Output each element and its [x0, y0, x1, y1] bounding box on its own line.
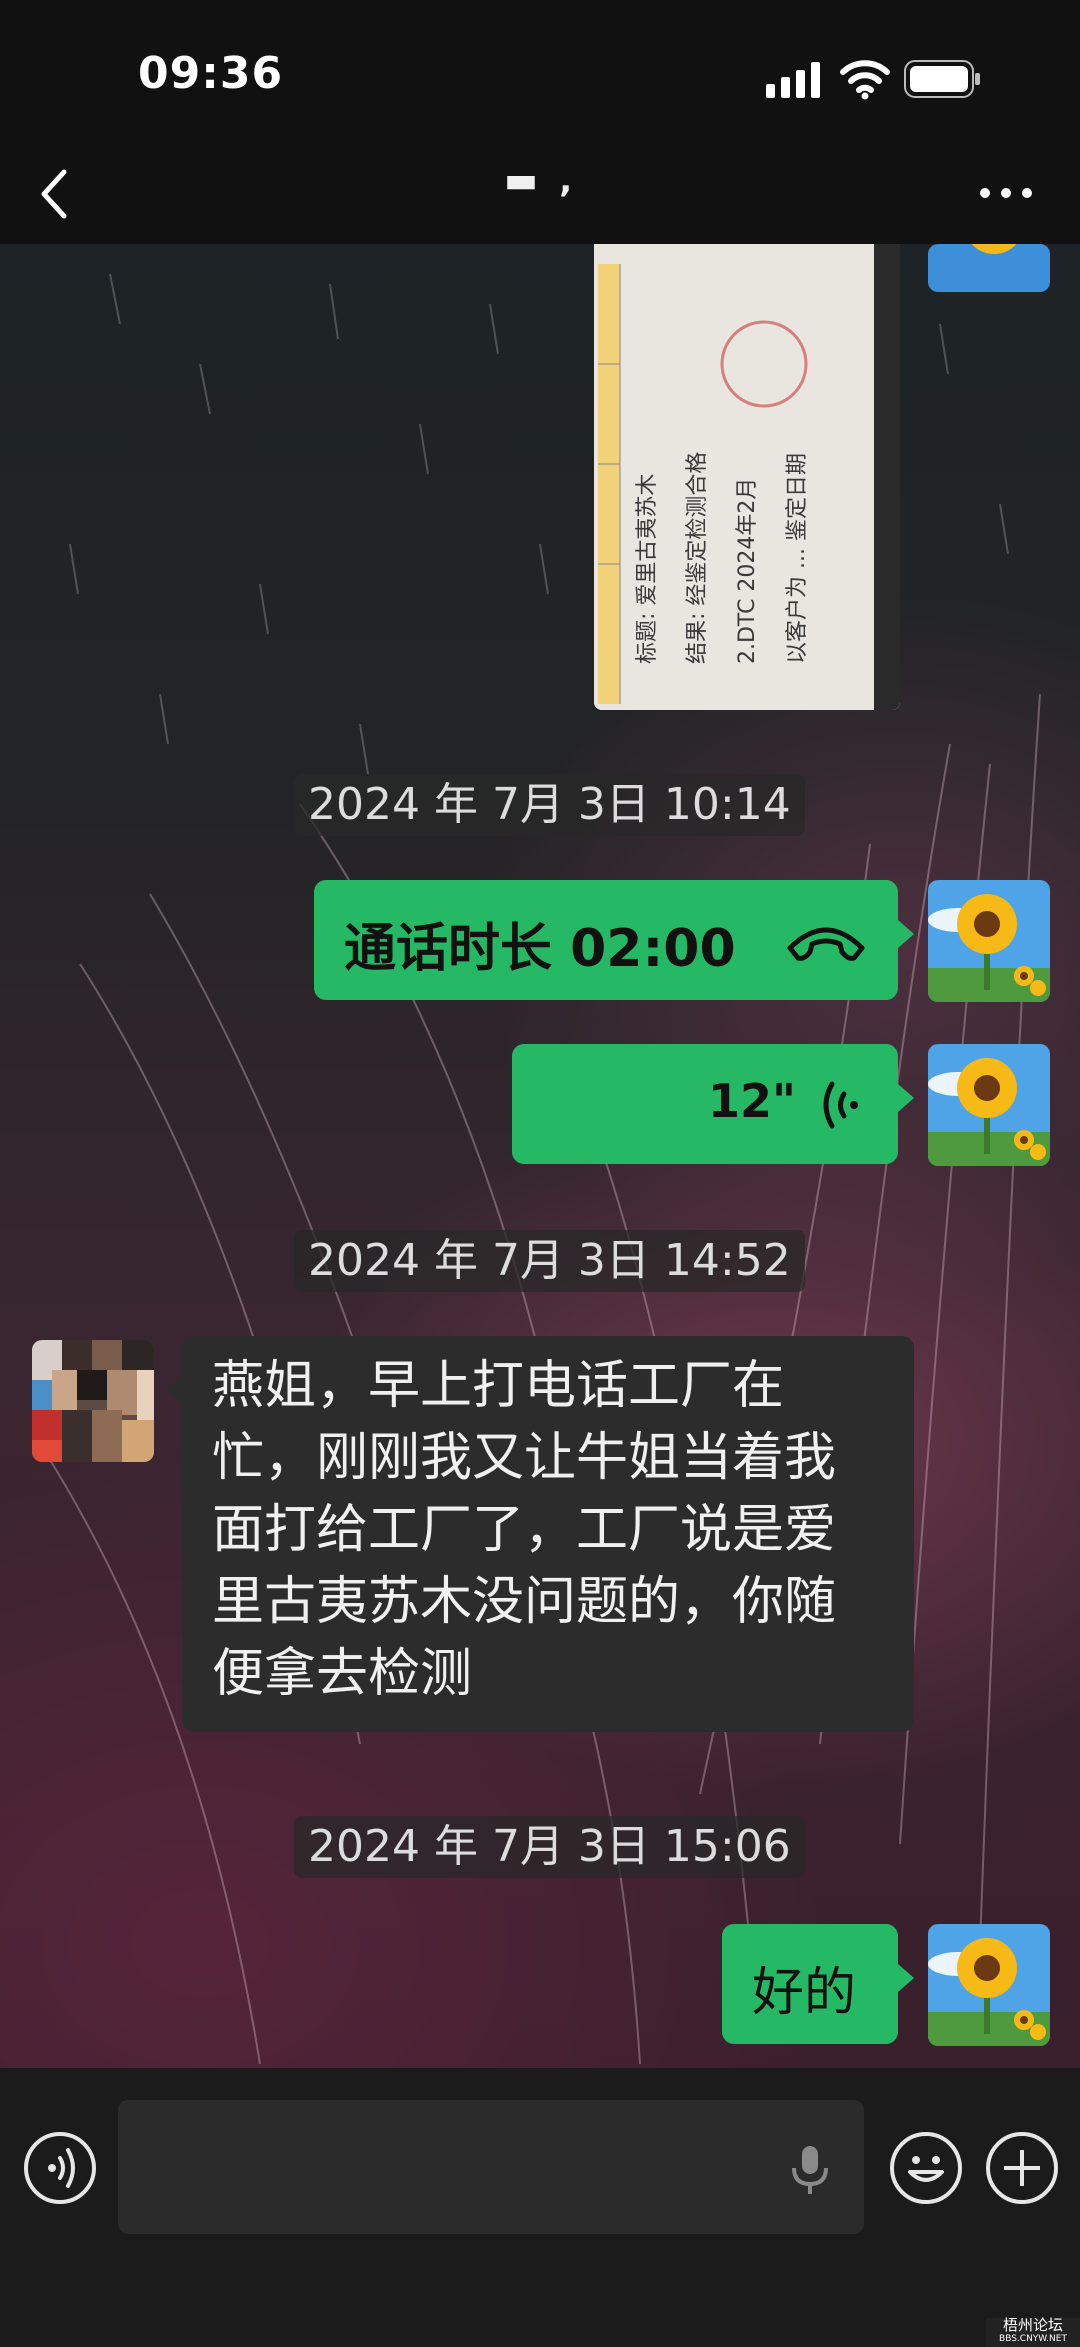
document-photo: 标题: 爱里古夷苏木 结果: 经鉴定检测合格 2.DTC 2024年2月 以客户… — [594, 244, 900, 710]
voice-mode-button[interactable] — [24, 2132, 96, 2204]
timestamp: 2024 年 7月 3日 14:52 — [294, 1230, 805, 1292]
microphone-icon[interactable] — [790, 2144, 830, 2196]
incoming-message-text: 燕姐，早上打电话工厂在忙，刚刚我又让牛姐当着我面打给工厂了，工厂说是爱里古夷苏木… — [212, 1356, 837, 1704]
my-avatar[interactable] — [928, 1924, 1050, 2046]
more-dots-icon[interactable] — [978, 186, 1034, 200]
phone-handset-icon — [787, 927, 865, 961]
timestamp: 2024 年 7月 3日 10:14 — [294, 774, 805, 836]
pixelated-avatar-image — [32, 1340, 154, 1462]
battery-icon — [904, 60, 980, 98]
contact-name[interactable]: ▬ ‚ — [0, 160, 1080, 201]
call-duration-label: 通话时长 02:00 — [344, 919, 736, 979]
chat-message-list[interactable]: 标题: 爱里古夷苏木 结果: 经鉴定检测合格 2.DTC 2024年2月 以客户… — [0, 244, 1080, 2068]
voice-message-bubble[interactable]: 12" — [512, 1044, 914, 1164]
doc-line-4: 以客户为 ... 鉴定日期 — [785, 453, 810, 664]
watermark-title: 梧州论坛 — [1002, 2316, 1063, 2334]
my-avatar[interactable] — [928, 244, 1050, 292]
timestamp: 2024 年 7月 3日 15:06 — [294, 1816, 805, 1878]
reply-message-bubble[interactable]: 好的 — [722, 1924, 914, 2044]
emoji-icon — [908, 2156, 944, 2182]
wifi-icon — [840, 60, 890, 100]
voice-duration: 12" — [708, 1074, 796, 1128]
sunflower-avatar-image — [928, 244, 1050, 292]
call-record-bubble[interactable]: 通话时长 02:00 — [314, 880, 914, 1000]
reply-text: 好的 — [752, 1963, 857, 2023]
chat-header: ▬ ‚ — [0, 150, 1080, 245]
plus-button[interactable] — [986, 2132, 1058, 2204]
plus-icon — [1004, 2150, 1040, 2186]
voice-wave-icon — [823, 1081, 858, 1129]
sunflower-avatar-image — [928, 880, 1050, 1002]
image-message-document[interactable]: 标题: 爱里古夷苏木 结果: 经鉴定检测合格 2.DTC 2024年2月 以客户… — [594, 244, 900, 710]
emoji-button[interactable] — [890, 2132, 962, 2204]
voice-mode-icon — [48, 2148, 75, 2188]
sunflower-avatar-image — [928, 1924, 1050, 2046]
watermark-url: BBS.CNYW.NET — [999, 2334, 1067, 2344]
message-input-bar — [0, 2068, 1080, 2347]
my-avatar[interactable] — [928, 880, 1050, 1002]
cellular-signal-icon — [766, 62, 820, 98]
status-bar: 09:36 — [0, 0, 1080, 150]
message-text-input[interactable] — [118, 2100, 864, 2234]
sunflower-avatar-image — [928, 1044, 1050, 1166]
doc-line-2: 结果: 经鉴定检测合格 — [685, 452, 710, 664]
doc-line-3: 2.DTC 2024年2月 — [735, 478, 760, 664]
forum-watermark: 梧州论坛 BBS.CNYW.NET — [986, 2318, 1080, 2347]
my-avatar[interactable] — [928, 1044, 1050, 1166]
contact-avatar[interactable] — [32, 1340, 154, 1462]
incoming-message-bubble[interactable]: 燕姐，早上打电话工厂在忙，刚刚我又让牛姐当着我面打给工厂了，工厂说是爱里古夷苏木… — [166, 1336, 914, 1732]
doc-line-1: 标题: 爱里古夷苏木 — [635, 474, 660, 664]
status-time: 09:36 — [138, 48, 284, 99]
